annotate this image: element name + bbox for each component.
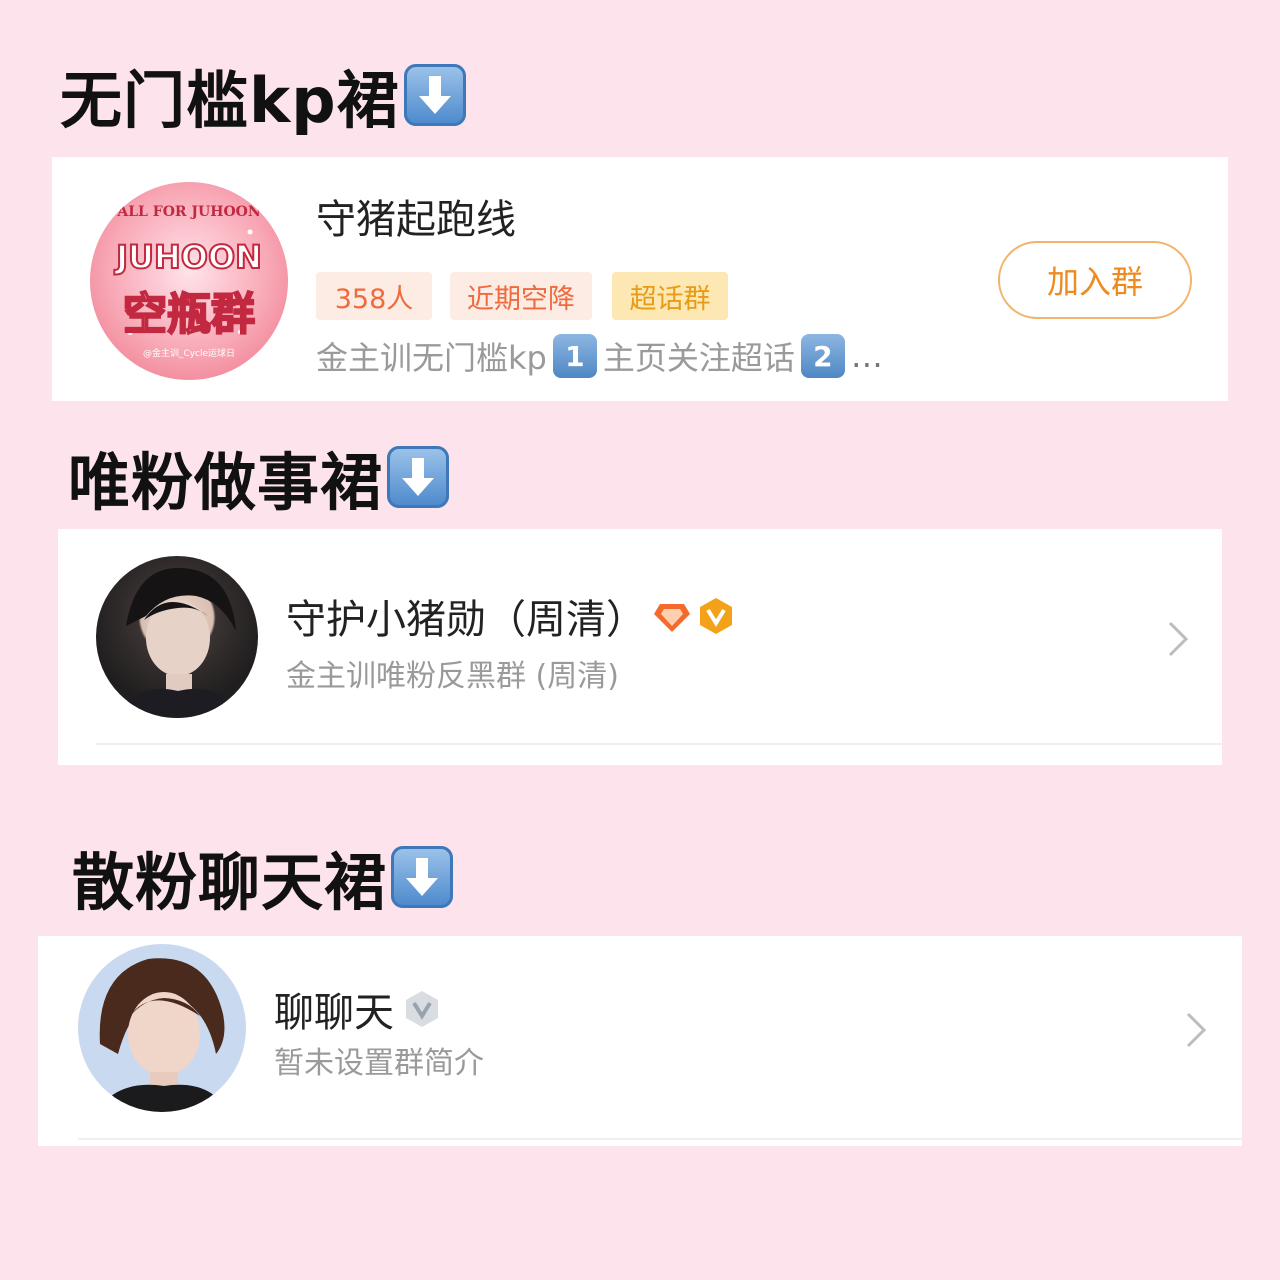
group-card-3[interactable]: 聊聊天 暂未设置群简介: [38, 936, 1242, 1146]
join-group-button[interactable]: 加入群: [998, 241, 1192, 319]
verified-v-icon: [696, 596, 736, 636]
desc-part-2: 主页关注超话: [602, 339, 795, 377]
group-description: 金主训唯粉反黑群 (周清): [286, 659, 619, 694]
section-title-solo-fans: 唯粉做事裙: [68, 432, 450, 522]
avatar-bottom-text: @金主训_Cycle运球日: [142, 349, 236, 359]
group-description: 金主训无门槛kp 1 主页关注超话 2 …: [316, 333, 883, 379]
recent-tag: 近期空降: [450, 272, 592, 320]
desc-ellipsis: …: [850, 337, 883, 375]
avatar-main-text: JUHOON: [115, 237, 263, 277]
number-two-icon: 2: [800, 334, 845, 378]
group-name: 聊聊天: [274, 980, 442, 1038]
section-title-text: 散粉聊天裙: [72, 846, 388, 919]
avatar-top-text: ALL FOR JUHOON: [117, 204, 261, 220]
section-title-text: 唯粉做事裙: [68, 446, 384, 519]
divider: [96, 743, 1222, 745]
group-description: 暂未设置群简介: [274, 1046, 484, 1081]
group-name: 守猪起跑线: [316, 197, 516, 243]
number-one-icon: 1: [552, 334, 597, 378]
down-arrow-icon: [403, 64, 466, 126]
down-arrow-icon: [391, 846, 454, 908]
diamond-badge-icon: [652, 596, 692, 636]
avatar-sub-text: 空瓶群: [122, 288, 256, 341]
group-card-2[interactable]: 守护小猪勋（周清） 金主训唯粉反黑群 (周清): [58, 529, 1222, 765]
super-topic-tag: 超话群: [612, 272, 728, 320]
group-name-text: 守护小猪勋（周清）: [286, 597, 646, 643]
group-name-text: 聊聊天: [274, 990, 394, 1036]
group-name: 守护小猪勋（周清）: [286, 587, 736, 645]
divider: [78, 1138, 1242, 1140]
group-avatar: [78, 944, 246, 1112]
down-arrow-icon: [387, 446, 450, 508]
section-title-text: 无门槛kp裙: [60, 64, 400, 137]
group-avatar: [96, 556, 258, 718]
verified-v-icon: [402, 989, 442, 1029]
desc-part-1: 金主训无门槛kp: [316, 339, 547, 377]
section-title-no-threshold: 无门槛kp裙: [60, 50, 466, 140]
chevron-right-icon[interactable]: [1184, 1010, 1208, 1054]
section-title-casual-fans: 散粉聊天裙: [72, 832, 454, 922]
chevron-right-icon[interactable]: [1166, 619, 1190, 663]
member-count-tag: 358人: [316, 272, 432, 320]
group-avatar: ALL FOR JUHOON JUHOON 空瓶群 @金主训_Cycle运球日: [90, 182, 288, 380]
